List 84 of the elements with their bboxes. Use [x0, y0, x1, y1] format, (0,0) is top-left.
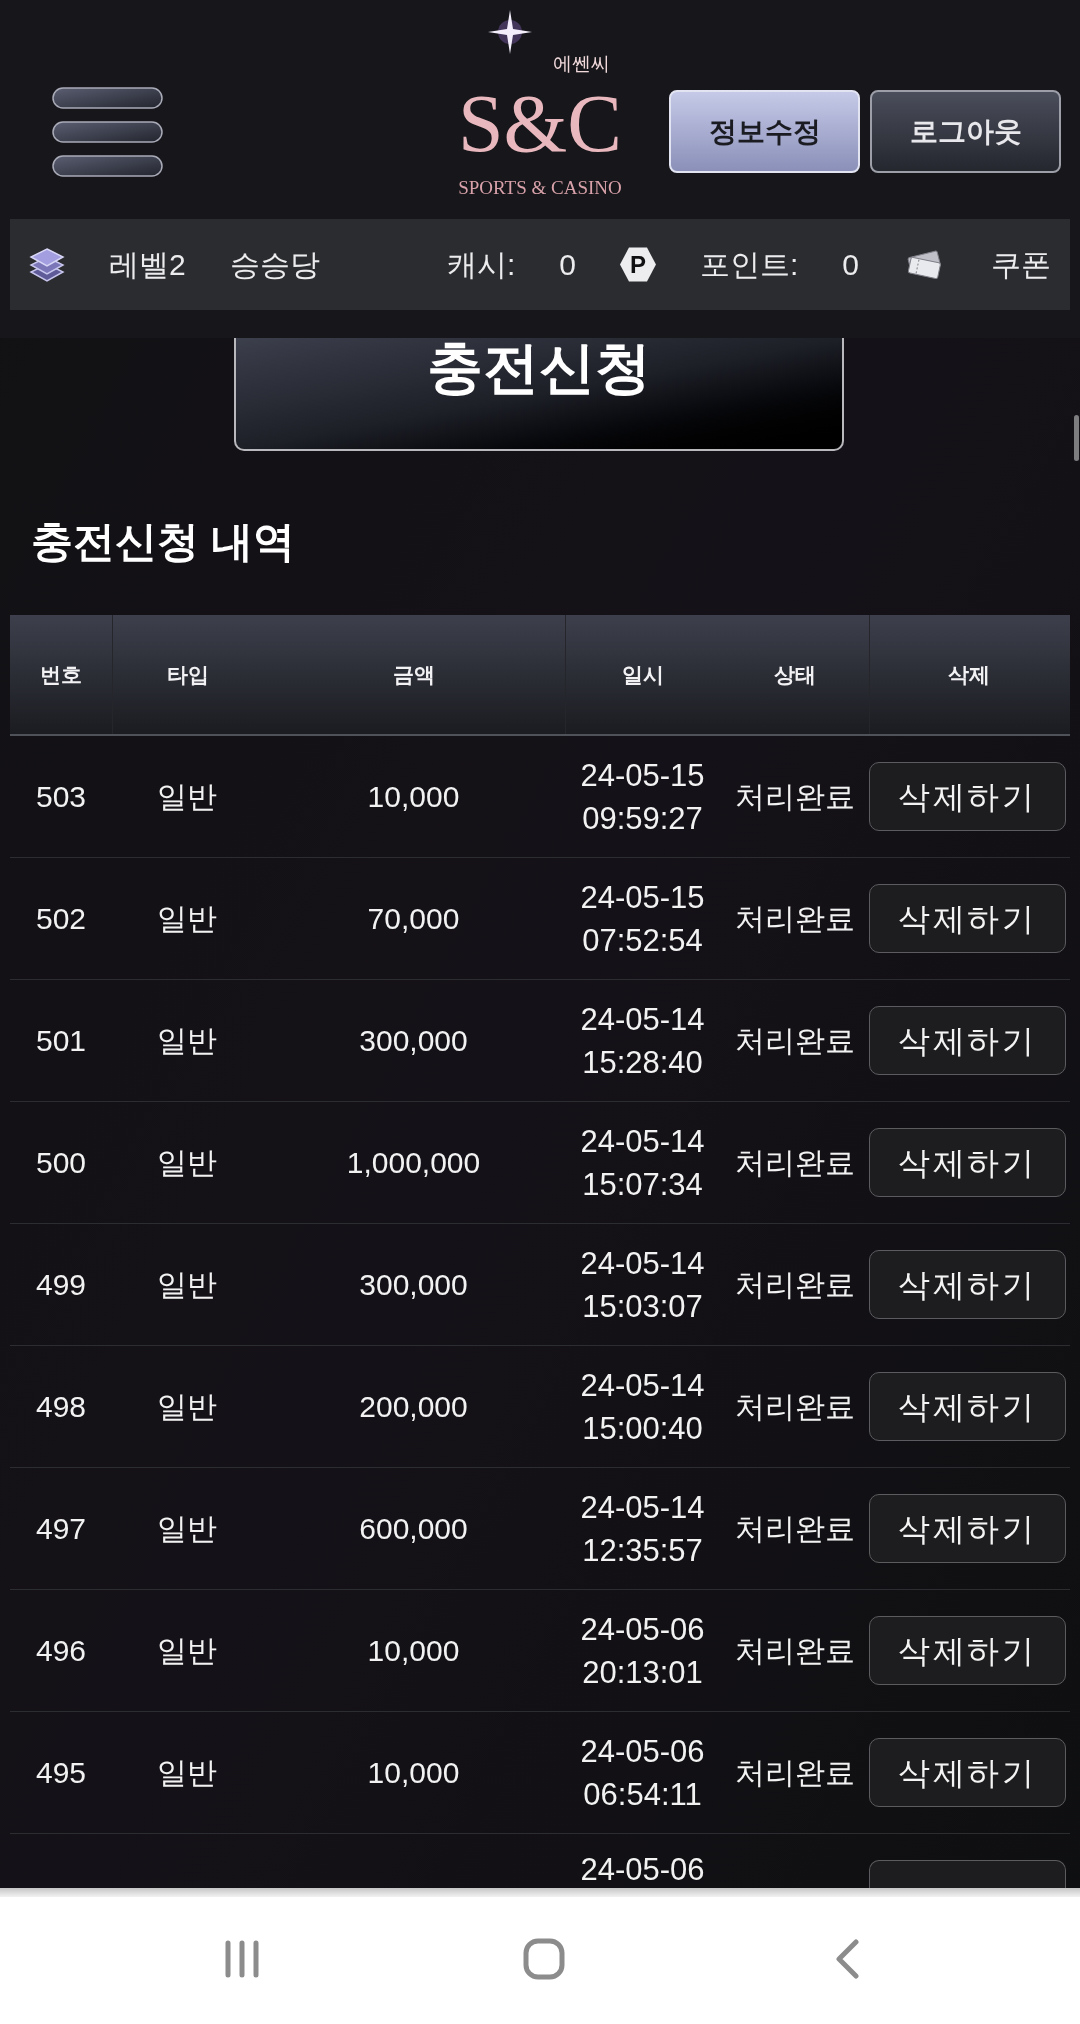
table-cell: 497 — [35, 1510, 87, 1547]
logout-button[interactable]: 로그아웃 — [870, 90, 1061, 173]
table-cell: 일반 — [157, 1510, 217, 1547]
level-text: 레벨2 — [109, 247, 186, 283]
table-cell-text: 24-05-14 15:03:07 — [580, 1244, 705, 1326]
delete-button[interactable]: 삭제하기 — [869, 1006, 1066, 1075]
table-cell: 300,000 — [359, 1022, 468, 1059]
table-cell: 600,000 — [359, 1510, 468, 1547]
table-cell: 일반 — [157, 1632, 217, 1669]
table-cell: 처리완료 — [734, 778, 855, 815]
cash-label: 캐시: — [446, 247, 516, 283]
sparkle-icon — [488, 10, 532, 54]
logo-mark: S&C — [457, 77, 623, 171]
column-header: 삭제 — [948, 662, 990, 687]
home-icon[interactable] — [523, 1938, 565, 1980]
column-header: 타입 — [166, 662, 209, 687]
delete-button[interactable]: 삭제하기 — [869, 1372, 1066, 1441]
table-cell: 10,000 — [367, 1632, 460, 1669]
column-header: 번호 — [40, 662, 82, 687]
cash-value: 0 — [559, 247, 576, 283]
delete-button[interactable]: 삭제하기 — [869, 884, 1066, 953]
column-header: 상태 — [773, 662, 816, 687]
table-cell: 300,000 — [359, 1266, 468, 1303]
points-icon: P — [619, 246, 656, 283]
table-cell-text: 24-05-14 15:00:40 — [580, 1366, 705, 1448]
delete-button[interactable]: 삭제하기 — [869, 1128, 1066, 1197]
table-cell: 24-05-06 — [580, 1852, 705, 1888]
table-cell: 일반 — [157, 1754, 217, 1791]
menu-icon[interactable] — [52, 87, 163, 177]
table-cell: 일반 — [157, 778, 217, 815]
delete-button[interactable]: 삭제하기 — [869, 762, 1066, 831]
username-text: 승승당 — [229, 247, 320, 283]
delete-button[interactable]: 삭제하기 — [869, 1250, 1066, 1319]
charge-request-button[interactable]: 충전신청 — [234, 338, 844, 451]
table-cell: 처리완료 — [734, 1632, 855, 1669]
table-cell: 501 — [35, 1022, 87, 1059]
column-header: 일시 — [622, 662, 664, 687]
table-cell: 처리완료 — [734, 1388, 855, 1425]
table-cell: 처리완료 — [734, 1266, 855, 1303]
table-cell: 처리완료 — [734, 1022, 855, 1059]
scrollbar-thumb — [1074, 415, 1079, 461]
table-cell: 498 — [35, 1388, 87, 1425]
delete-button[interactable]: 삭제하기 — [869, 1494, 1066, 1563]
table-cell: 일반 — [157, 1022, 217, 1059]
coupon-link[interactable]: 쿠폰 — [991, 242, 1051, 287]
table-cell: 처리완료 — [734, 1144, 855, 1181]
table-cell: 일반 — [157, 1144, 217, 1181]
table-cell-text: 24-05-15 07:52:54 — [580, 878, 705, 960]
table-cell: 10,000 — [367, 778, 460, 815]
table-cell-text: 24-05-06 06:54:11 — [580, 1732, 705, 1814]
table-cell: 일반 — [157, 1266, 217, 1303]
table-cell-text: 24-05-06 20:13:01 — [580, 1610, 705, 1692]
table-cell: 500 — [35, 1144, 87, 1181]
table-cell: 495 — [35, 1754, 87, 1791]
logo-tagline: SPORTS & CASINO — [458, 178, 622, 198]
table-cell-text: 24-05-14 12:35:57 — [580, 1488, 705, 1570]
table-cell: 502 — [35, 900, 87, 937]
table-cell: 503 — [35, 778, 87, 815]
back-icon[interactable] — [835, 1939, 859, 1979]
delete-button[interactable]: 삭제하기 — [869, 1616, 1066, 1685]
table-cell: 일반 — [157, 1388, 217, 1425]
table-cell: 70,000 — [367, 900, 460, 937]
table-cell-text: 24-05-14 15:07:34 — [580, 1122, 705, 1204]
points-value: 0 — [842, 247, 859, 283]
table-cell: 처리완료 — [734, 900, 855, 937]
edit-profile-button[interactable]: 정보수정 — [669, 90, 860, 173]
layers-icon — [29, 245, 65, 284]
table-cell: 처리완료 — [734, 1510, 855, 1547]
table-cell: 499 — [35, 1266, 87, 1303]
points-label: 포인트: — [699, 247, 799, 283]
table-cell: 1,000,000 — [346, 1144, 481, 1181]
table-cell: 10,000 — [367, 1754, 460, 1791]
recent-apps-icon[interactable] — [224, 1940, 260, 1978]
table-cell: 처리완료 — [734, 1754, 855, 1791]
table-cell: 496 — [35, 1632, 87, 1669]
table-cell: 200,000 — [359, 1388, 468, 1425]
table-cell: 일반 — [157, 900, 217, 937]
section-title: 충전신청 내역 — [31, 521, 295, 563]
table-cell-text: 24-05-15 09:59:27 — [580, 756, 705, 838]
logo-korean-text: 에쎈씨 — [553, 54, 610, 74]
delete-button[interactable] — [869, 1860, 1066, 1888]
column-header: 금액 — [392, 662, 435, 687]
delete-button[interactable]: 삭제하기 — [869, 1738, 1066, 1807]
table-cell-text: 24-05-14 15:28:40 — [580, 1000, 705, 1082]
